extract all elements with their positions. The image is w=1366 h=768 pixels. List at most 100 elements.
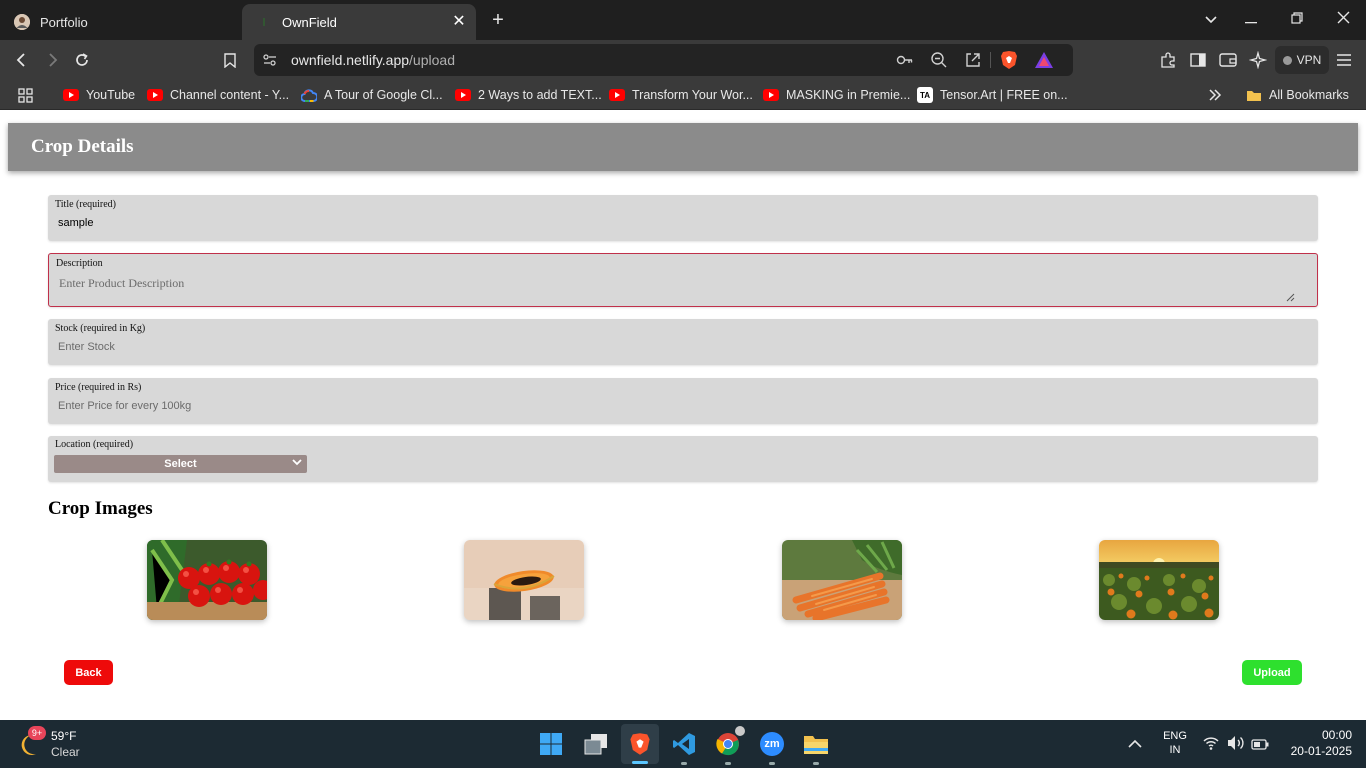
new-tab-icon[interactable]: + <box>486 8 510 32</box>
more-bookmarks-chevron-icon[interactable] <box>1208 86 1222 104</box>
windows-start-icon[interactable] <box>535 728 567 760</box>
vpn-button[interactable]: VPN <box>1275 46 1329 74</box>
taskbar-chrome-icon[interactable] <box>712 725 746 765</box>
location-select-value: Select <box>164 458 197 470</box>
clock-date: 20-01-2025 <box>1290 744 1352 758</box>
sidebar-icon[interactable] <box>1186 48 1210 72</box>
tab-portfolio[interactable]: Portfolio <box>0 4 238 40</box>
bookmark-item[interactable]: YouTube <box>63 86 135 104</box>
close-tab-icon[interactable]: ✕ <box>450 13 468 31</box>
folder-icon <box>1246 89 1262 102</box>
show-hidden-icons-chevron-icon[interactable] <box>1128 736 1142 754</box>
wifi-icon[interactable] <box>1203 736 1219 755</box>
youtube-icon <box>763 89 779 101</box>
password-key-icon[interactable] <box>896 52 914 73</box>
volume-icon[interactable] <box>1227 735 1245 756</box>
vpn-label: VPN <box>1296 53 1322 67</box>
chevron-down-icon <box>292 455 302 473</box>
close-window-icon[interactable] <box>1328 8 1358 32</box>
description-textarea-placeholder[interactable]: Enter Product Description <box>59 276 184 291</box>
bookmark-item[interactable]: TA Tensor.Art | FREE on... <box>917 86 1068 104</box>
location-select[interactable]: Select <box>54 455 307 473</box>
bookmark-label: 2 Ways to add TEXT... <box>478 88 602 102</box>
page-header: Crop Details <box>8 123 1358 171</box>
lang-text: ENG <box>1163 730 1187 742</box>
restore-icon[interactable] <box>1282 8 1312 32</box>
tensorart-icon: TA <box>917 87 933 103</box>
crop-image-papaya[interactable] <box>464 540 584 620</box>
brave-shields-icon[interactable] <box>1000 50 1018 75</box>
bookmark-item[interactable]: Channel content - Y... <box>147 86 289 104</box>
ownfield-favicon-icon <box>256 14 272 30</box>
location-field: Location (required) Select <box>48 436 1318 482</box>
crop-image-carrots[interactable] <box>782 540 902 620</box>
bookmark-item[interactable]: Transform Your Wor... <box>609 86 753 104</box>
crop-image-tomatoes[interactable] <box>147 540 267 620</box>
bookmark-item[interactable]: 2 Ways to add TEXT... <box>455 86 602 104</box>
youtube-icon <box>147 89 163 101</box>
bookmarks-bar: YouTube Channel content - Y... A Tour of… <box>0 80 1366 110</box>
title-field[interactable]: Title (required) sample <box>48 195 1318 241</box>
stock-input-placeholder[interactable]: Enter Stock <box>58 341 115 353</box>
running-indicator <box>813 762 819 765</box>
bookmark-item[interactable]: A Tour of Google Cl... <box>301 86 443 104</box>
site-settings-icon[interactable] <box>262 52 278 73</box>
page-title: Crop Details <box>31 136 134 157</box>
bookmark-item[interactable]: MASKING in Premie... <box>763 86 910 104</box>
menu-icon[interactable] <box>1332 48 1356 72</box>
textarea-resize-handle-icon[interactable] <box>1286 289 1295 302</box>
all-bookmarks-folder[interactable]: All Bookmarks <box>1246 86 1349 104</box>
zoom-icon: zm <box>760 732 784 756</box>
price-label: Price (required in Rs) <box>55 382 142 393</box>
crop-image-pumpkin-field[interactable] <box>1099 540 1219 620</box>
description-field[interactable]: Description Enter Product Description <box>48 253 1318 307</box>
upload-button[interactable]: Upload <box>1242 660 1302 685</box>
bookmark-icon[interactable] <box>218 48 242 72</box>
tab-ownfield[interactable]: OwnField ✕ <box>242 4 476 40</box>
weather-desc: Clear <box>51 745 80 759</box>
clock-time: 00:00 <box>1321 728 1352 742</box>
profile-avatar <box>734 725 746 737</box>
vpn-status-icon <box>1282 55 1292 65</box>
clock[interactable]: 00:00 20-01-2025 <box>1280 728 1352 758</box>
minimize-icon[interactable] <box>1236 8 1266 32</box>
running-indicator <box>681 762 687 765</box>
weather-widget[interactable]: 9+ 59°F Clear <box>18 726 108 762</box>
brave-rewards-icon[interactable] <box>1034 51 1054 74</box>
taskbar-zoom-icon[interactable]: zm <box>756 728 788 765</box>
taskbar-file-explorer-icon[interactable] <box>800 728 832 765</box>
leo-ai-icon[interactable] <box>1246 48 1270 72</box>
share-icon[interactable] <box>964 51 982 74</box>
reload-icon[interactable] <box>70 48 94 72</box>
battery-icon[interactable] <box>1251 737 1269 755</box>
bookmark-label: Tensor.Art | FREE on... <box>940 88 1068 102</box>
extensions-icon[interactable] <box>1156 48 1180 72</box>
back-button[interactable]: Back <box>64 660 113 685</box>
all-bookmarks-label: All Bookmarks <box>1269 88 1349 102</box>
browser-tab-bar: Portfolio OwnField ✕ + <box>0 0 1366 40</box>
zoom-out-icon[interactable] <box>930 51 948 74</box>
task-view-icon[interactable] <box>580 728 612 760</box>
language-indicator[interactable]: ENG IN <box>1160 730 1190 756</box>
browser-toolbar: ownfield.netlify.app/upload VPN <box>0 40 1366 80</box>
address-bar[interactable]: ownfield.netlify.app/upload <box>254 44 1073 76</box>
forward-arrow-icon[interactable] <box>40 48 64 72</box>
stock-field[interactable]: Stock (required in Kg) Enter Stock <box>48 319 1318 365</box>
running-indicator <box>725 762 731 765</box>
tab-search-chevron-icon[interactable] <box>1196 8 1226 32</box>
taskbar-vscode-icon[interactable] <box>668 728 700 765</box>
title-input-value[interactable]: sample <box>58 217 93 229</box>
tab-label: OwnField <box>282 14 337 30</box>
apps-grid-icon[interactable] <box>18 86 33 104</box>
back-arrow-icon[interactable] <box>10 48 34 72</box>
windows-taskbar: 9+ 59°F Clear zm ENG IN 00:00 20-01-2025 <box>0 720 1366 768</box>
weather-badge: 9+ <box>28 726 46 740</box>
wallet-icon[interactable] <box>1216 48 1240 72</box>
price-input-placeholder[interactable]: Enter Price for every 100kg <box>58 400 191 412</box>
description-label: Description <box>56 258 103 269</box>
tab-label: Portfolio <box>40 14 88 30</box>
price-field[interactable]: Price (required in Rs) Enter Price for e… <box>48 378 1318 424</box>
taskbar-brave-icon[interactable] <box>621 724 659 764</box>
portfolio-favicon-icon <box>14 14 30 30</box>
weather-temp: 59°F <box>51 729 77 743</box>
